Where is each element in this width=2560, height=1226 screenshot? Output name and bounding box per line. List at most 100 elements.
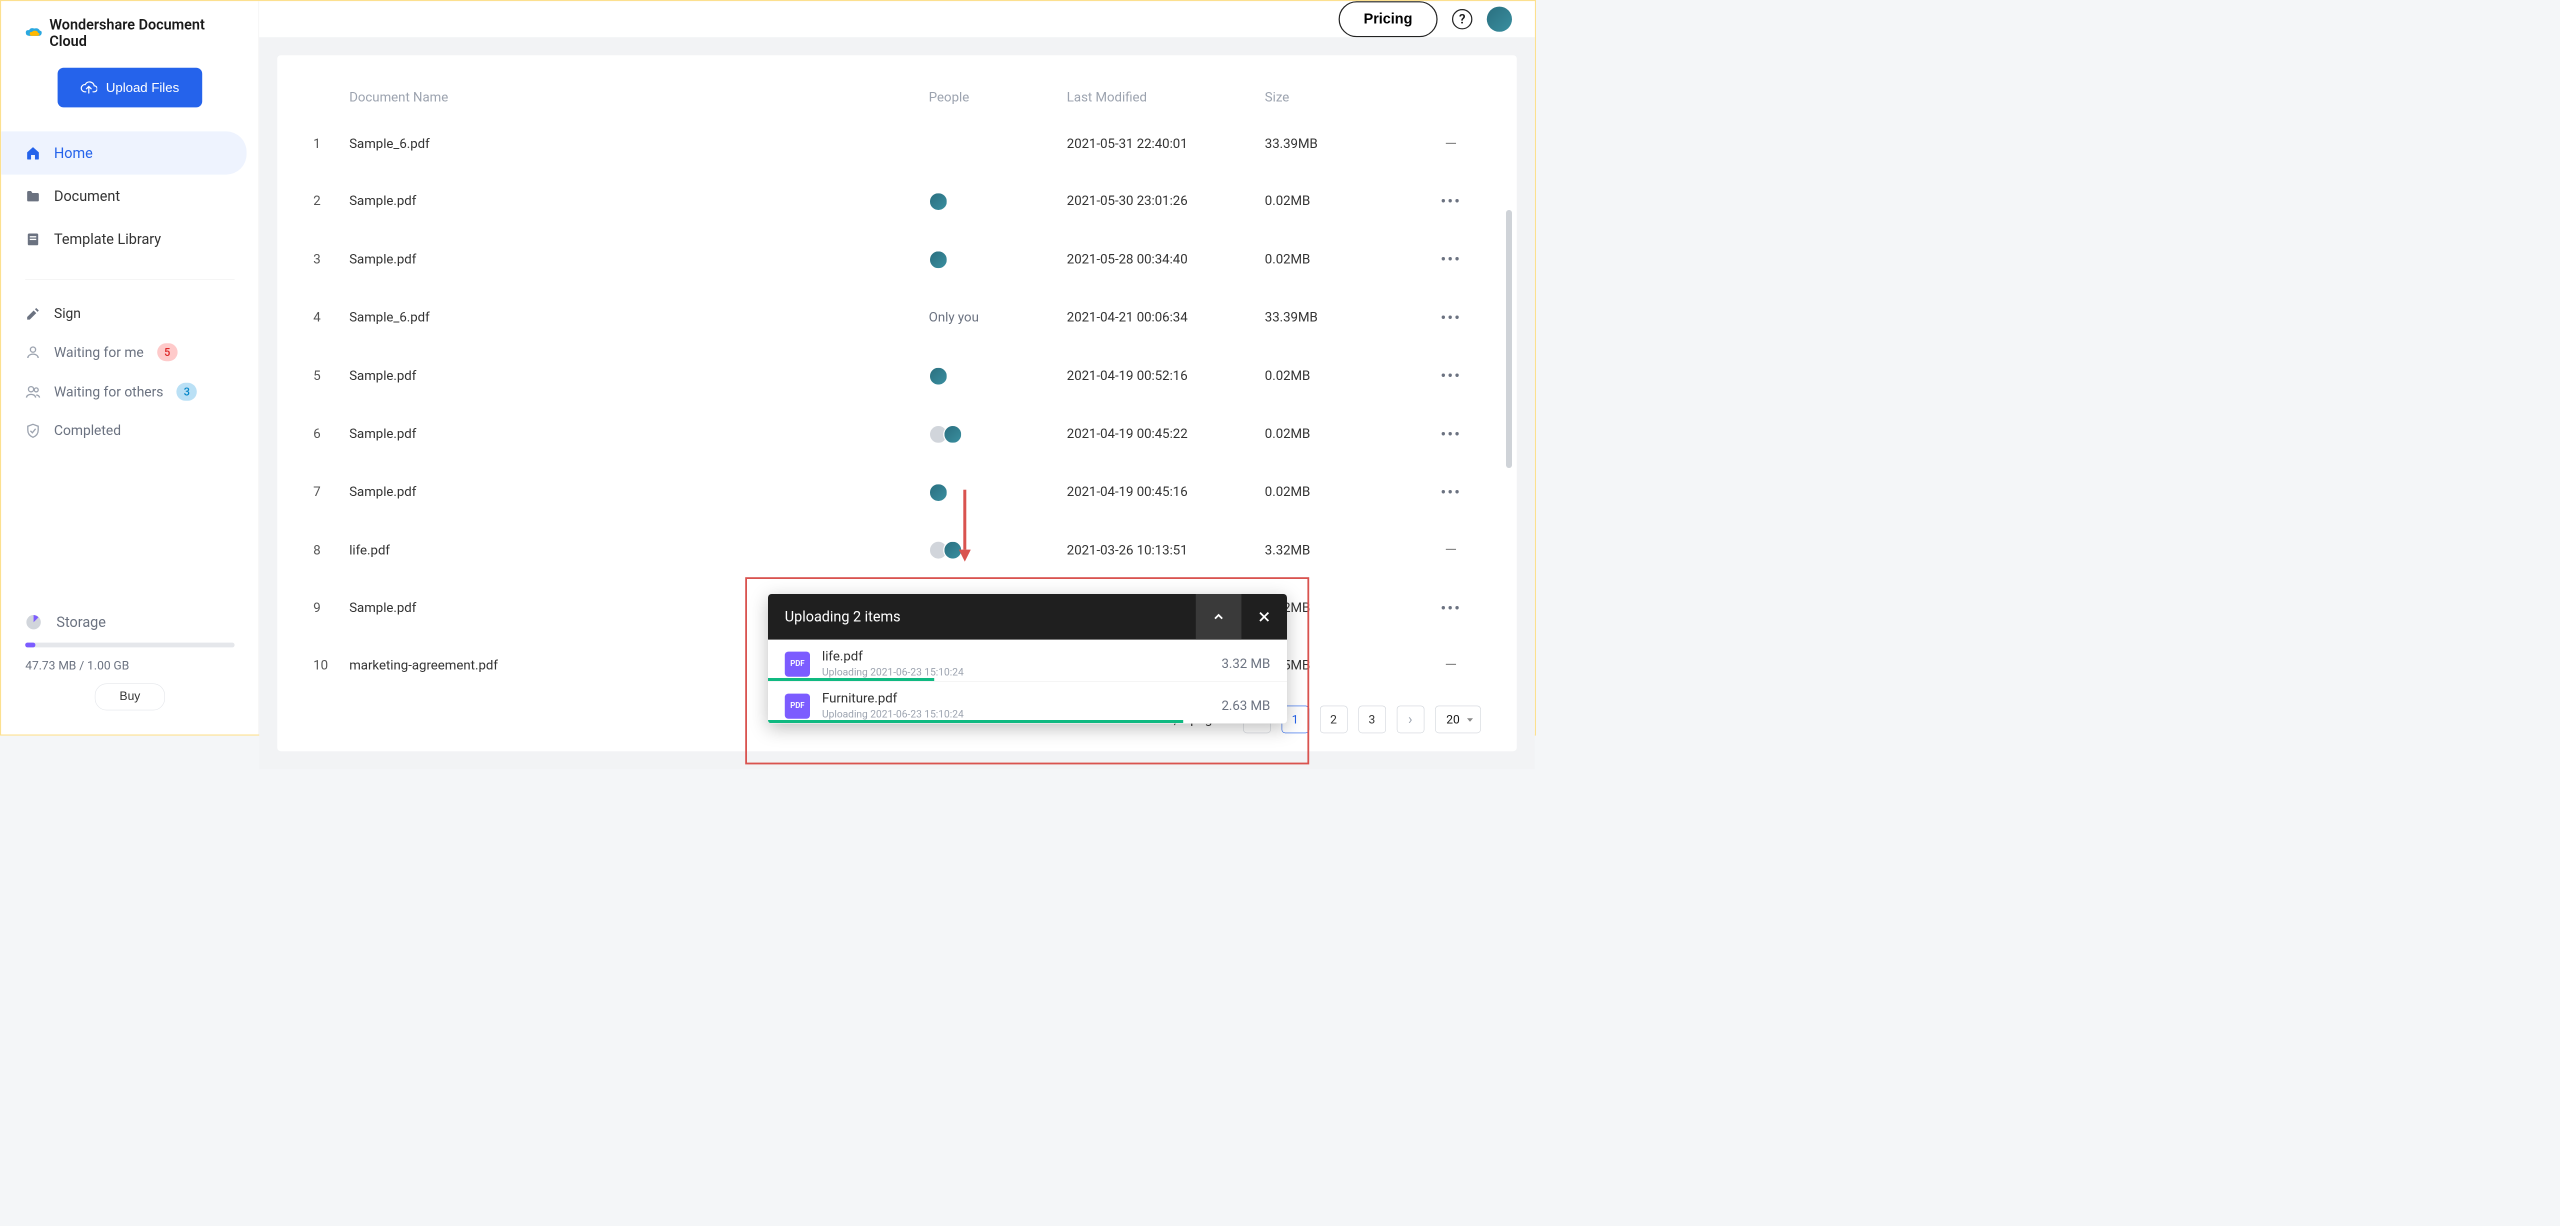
row-last-modified: 2021-05-30 23:01:26 xyxy=(1067,194,1265,209)
row-people xyxy=(929,366,1067,385)
upload-item: PDFFurniture.pdfUploading 2021-06-23 15:… xyxy=(768,682,1287,724)
more-actions-icon[interactable]: ••• xyxy=(1440,598,1461,618)
user-icon xyxy=(25,344,41,360)
row-index: 5 xyxy=(313,368,349,383)
brand: Wondershare Document Cloud xyxy=(1,16,258,68)
row-index: 9 xyxy=(313,601,349,616)
users-icon xyxy=(25,384,41,400)
row-document-name: Sample_6.pdf xyxy=(349,137,929,152)
storage-progress xyxy=(25,643,234,648)
row-people xyxy=(929,425,1067,444)
buy-button[interactable]: Buy xyxy=(95,683,165,710)
brand-logo-icon xyxy=(25,28,42,39)
more-actions-icon[interactable]: ••• xyxy=(1440,424,1461,444)
table-header: Document Name People Last Modified Size xyxy=(313,79,1481,116)
table-row[interactable]: 8life.pdf2021-03-26 10:13:513.32MB— xyxy=(313,521,1481,579)
upload-progress-bar xyxy=(768,678,934,681)
table-row[interactable]: 7Sample.pdf2021-04-19 00:45:160.02MB••• xyxy=(313,463,1481,521)
table-row[interactable]: 1Sample_6.pdf2021-05-31 22:40:0133.39MB— xyxy=(313,116,1481,172)
row-size: 3.32MB xyxy=(1265,543,1421,558)
row-index: 7 xyxy=(313,485,349,500)
row-index: 6 xyxy=(313,427,349,442)
sidebar-item-document[interactable]: Document xyxy=(1,175,258,218)
sidebar-item-home[interactable]: Home xyxy=(1,131,246,174)
no-actions-icon: — xyxy=(1445,135,1457,153)
upload-item: PDFlife.pdfUploading 2021-06-23 15:10:24… xyxy=(768,640,1287,682)
row-document-name: Sample.pdf xyxy=(349,368,929,383)
row-document-name: Sample.pdf xyxy=(349,485,929,500)
col-people: People xyxy=(929,90,1067,105)
upload-files-button[interactable]: Upload Files xyxy=(58,68,202,108)
only-you-label: Only you xyxy=(929,310,979,325)
pie-icon xyxy=(25,614,42,631)
avatar-icon xyxy=(929,366,948,385)
upload-item-name: Furniture.pdf xyxy=(822,691,1221,706)
upload-item-name: life.pdf xyxy=(822,649,1221,664)
pricing-button[interactable]: Pricing xyxy=(1338,1,1437,37)
help-icon[interactable]: ? xyxy=(1452,9,1472,29)
brand-title: Wondershare Document Cloud xyxy=(49,16,234,50)
row-last-modified: 2021-05-28 00:34:40 xyxy=(1067,252,1265,267)
row-document-name: Sample.pdf xyxy=(349,427,929,442)
table-row[interactable]: 6Sample.pdf 2021-04-19 00:45:220.02MB ••• xyxy=(313,405,1481,463)
upload-item-sub: Uploading 2021-06-23 15:10:24 xyxy=(822,709,1221,721)
upload-popup-header: Uploading 2 items xyxy=(768,594,1287,640)
row-size: 0.02MB xyxy=(1265,194,1421,209)
row-last-modified: 2021-05-31 22:40:01 xyxy=(1067,137,1265,152)
sidebar-item-template-library[interactable]: Template Library xyxy=(1,218,258,261)
count-badge: 5 xyxy=(157,343,177,361)
upload-item-size: 2.63 MB xyxy=(1221,698,1270,713)
page-2-button[interactable]: 2 xyxy=(1320,706,1348,734)
topbar: Pricing ? xyxy=(259,1,1535,37)
row-document-name: Sample.pdf xyxy=(349,194,929,209)
sidebar-item-waiting-for-me[interactable]: Waiting for me 5 xyxy=(1,332,258,372)
page-3-button[interactable]: 3 xyxy=(1358,706,1386,734)
avatar-icon xyxy=(943,425,962,444)
no-actions-icon: — xyxy=(1445,656,1457,674)
row-size: 0.02MB xyxy=(1265,252,1421,267)
row-size: 0.02MB xyxy=(1265,427,1421,442)
row-index: 1 xyxy=(313,137,349,152)
more-actions-icon[interactable]: ••• xyxy=(1440,366,1461,386)
page-next-button[interactable]: › xyxy=(1397,706,1425,734)
more-actions-icon[interactable]: ••• xyxy=(1440,308,1461,328)
page-size-select[interactable]: 20 xyxy=(1435,706,1481,734)
row-size: 0.02MB xyxy=(1265,601,1421,616)
row-size: 0.25MB xyxy=(1265,658,1421,673)
more-actions-icon[interactable]: ••• xyxy=(1440,191,1461,211)
divider xyxy=(25,279,234,280)
col-modified: Last Modified xyxy=(1067,90,1265,105)
storage-text: 47.73 MB / 1.00 GB xyxy=(25,658,234,672)
close-icon xyxy=(1257,610,1271,624)
template-icon xyxy=(25,232,41,248)
main: Pricing ? Document Name People Last Modi… xyxy=(259,1,1535,734)
row-last-modified: 2021-04-19 00:45:16 xyxy=(1067,485,1265,500)
sidebar-item-waiting-for-others[interactable]: Waiting for others 3 xyxy=(1,372,258,412)
table-row[interactable]: 3Sample.pdf2021-05-28 00:34:400.02MB••• xyxy=(313,230,1481,288)
row-document-name: life.pdf xyxy=(349,543,929,558)
cloud-upload-icon xyxy=(81,81,98,94)
more-actions-icon[interactable]: ••• xyxy=(1440,482,1461,502)
col-size: Size xyxy=(1265,90,1421,105)
storage-block: Storage 47.73 MB / 1.00 GB Buy xyxy=(1,602,258,735)
table-row[interactable]: 4Sample_6.pdfOnly you2021-04-21 00:06:34… xyxy=(313,289,1481,347)
user-avatar[interactable] xyxy=(1487,7,1512,32)
row-index: 2 xyxy=(313,194,349,209)
upload-collapse-button[interactable] xyxy=(1196,594,1242,640)
row-people xyxy=(929,541,1067,560)
avatar-icon xyxy=(943,541,962,560)
scrollbar[interactable] xyxy=(1506,210,1512,468)
upload-progress-bar xyxy=(768,720,1183,723)
more-actions-icon[interactable]: ••• xyxy=(1440,250,1461,270)
table-row[interactable]: 2Sample.pdf 2021-05-30 23:01:260.02MB ••• xyxy=(313,172,1481,230)
pen-icon xyxy=(25,306,41,322)
row-people: Only you xyxy=(929,310,1067,325)
row-last-modified: 2021-04-19 00:45:22 xyxy=(1067,427,1265,442)
sidebar-item-completed[interactable]: Completed xyxy=(1,412,258,450)
pdf-badge-icon: PDF xyxy=(785,651,810,676)
sidebar-item-sign[interactable]: Sign xyxy=(1,295,258,333)
avatar-icon xyxy=(929,483,948,502)
upload-close-button[interactable] xyxy=(1241,594,1287,640)
avatar-icon xyxy=(929,192,948,211)
table-row[interactable]: 5Sample.pdf2021-04-19 00:52:160.02MB••• xyxy=(313,347,1481,405)
